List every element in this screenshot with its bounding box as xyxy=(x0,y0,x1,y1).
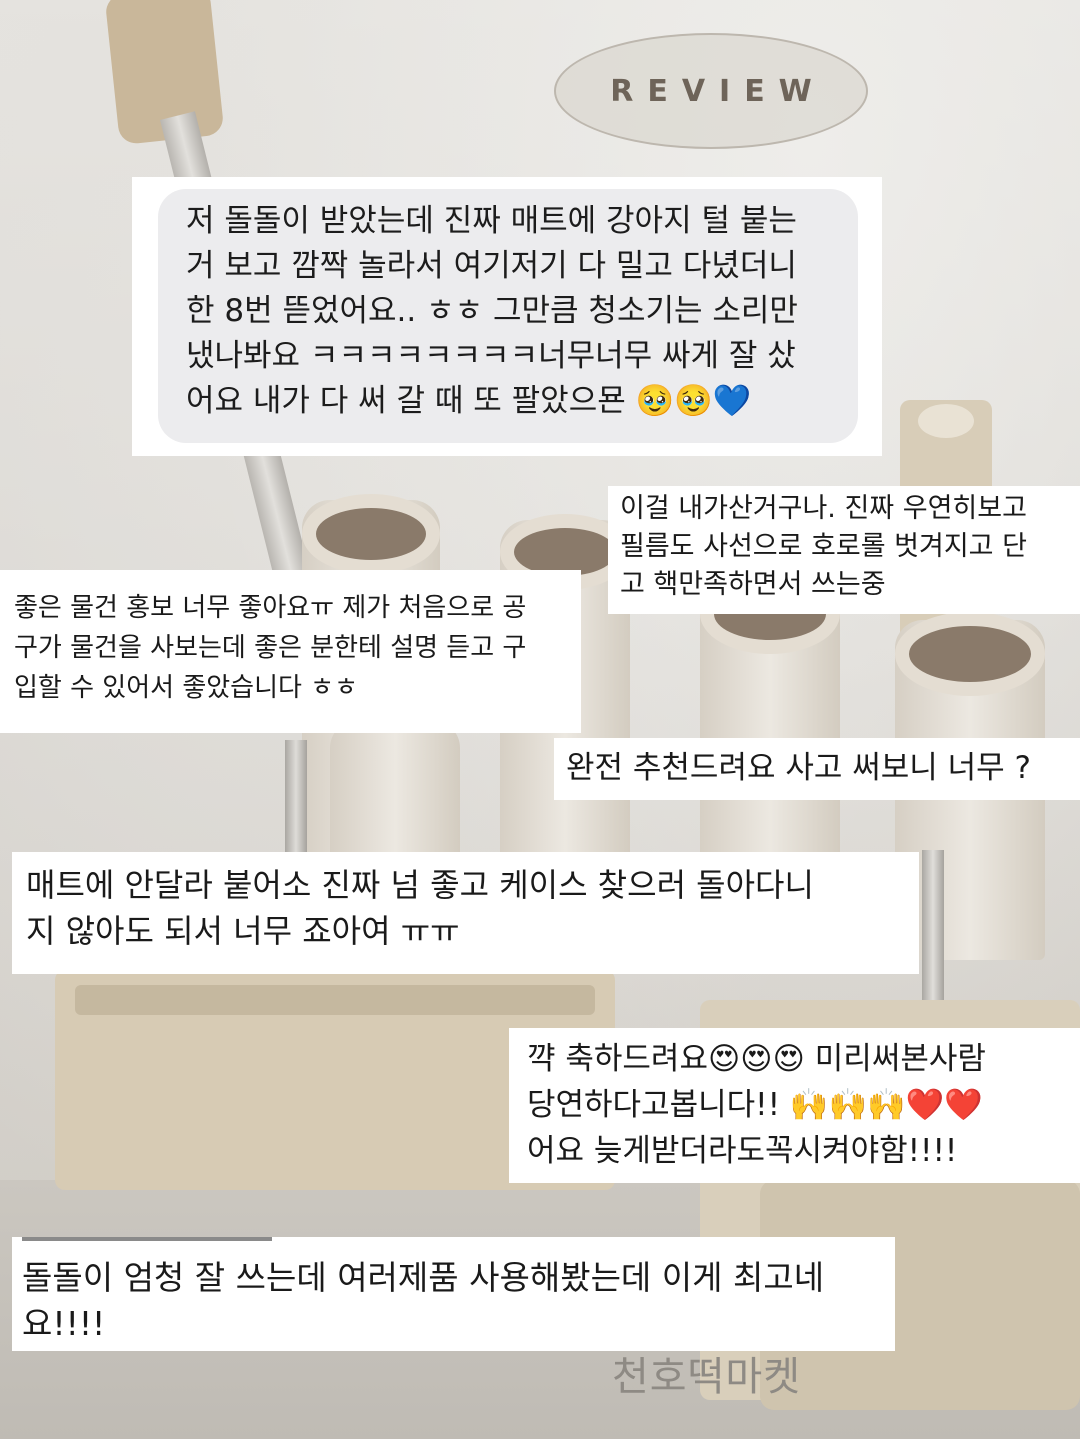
review-card: 이걸 내가산거구나. 진짜 우연히보고 필름도 사선으로 호로롤 벗겨지고 단 … xyxy=(608,486,1080,614)
review-card: 매트에 안달라 붙어소 진짜 넘 좋고 케이스 찾으러 돌아다니 지 않아도 되… xyxy=(12,852,919,974)
cropped-username-remnant xyxy=(22,1237,272,1251)
review-text: 꺅 축하드려요😍😍😍 미리써본사람 당연하다고봅니다!! 🙌🙌🙌❤️❤️ 어요 … xyxy=(527,1041,986,1169)
review-card: 완전 추천드려요 사고 써보니 너무 ? xyxy=(554,738,1080,800)
review-text: 이걸 내가산거구나. 진짜 우연히보고 필름도 사선으로 호로롤 벗겨지고 단 … xyxy=(620,493,1027,600)
roller-case-lid xyxy=(75,985,595,1015)
review-card: 꺅 축하드려요😍😍😍 미리써본사람 당연하다고봅니다!! 🙌🙌🙌❤️❤️ 어요 … xyxy=(509,1028,1080,1183)
review-card: 돌돌이 엄청 잘 쓰는데 여러제품 사용해봤는데 이게 최고네 요!!!! xyxy=(12,1237,895,1351)
review-text: 저 돌돌이 받았는데 진짜 매트에 강아지 털 붙는 거 보고 깜짝 놀라서 여… xyxy=(186,203,798,419)
review-card: 저 돌돌이 받았는데 진짜 매트에 강아지 털 붙는 거 보고 깜짝 놀라서 여… xyxy=(132,177,882,456)
review-text: 돌돌이 엄청 잘 쓰는데 여러제품 사용해봤는데 이게 최고네 요!!!! xyxy=(22,1258,825,1343)
refill-roll-top xyxy=(895,612,1045,696)
review-text: 좋은 물건 홍보 너무 좋아요ㅠ 제가 처음으로 공 구가 물건을 사보는데 좋… xyxy=(14,593,527,703)
store-watermark: 천호떡마켓 xyxy=(612,1354,801,1400)
handle-opening xyxy=(918,404,974,438)
review-badge-label: REVIEW xyxy=(610,73,826,109)
review-text: 매트에 안달라 붙어소 진짜 넘 좋고 케이스 찾으러 돌아다니 지 않아도 되… xyxy=(26,866,814,950)
review-badge: REVIEW xyxy=(554,33,868,149)
review-text: 완전 추천드려요 사고 써보니 너무 ? xyxy=(566,750,1032,786)
review-card: 좋은 물건 홍보 너무 좋아요ㅠ 제가 처음으로 공 구가 물건을 사보는데 좋… xyxy=(0,570,581,733)
refill-roll-top xyxy=(302,494,440,574)
